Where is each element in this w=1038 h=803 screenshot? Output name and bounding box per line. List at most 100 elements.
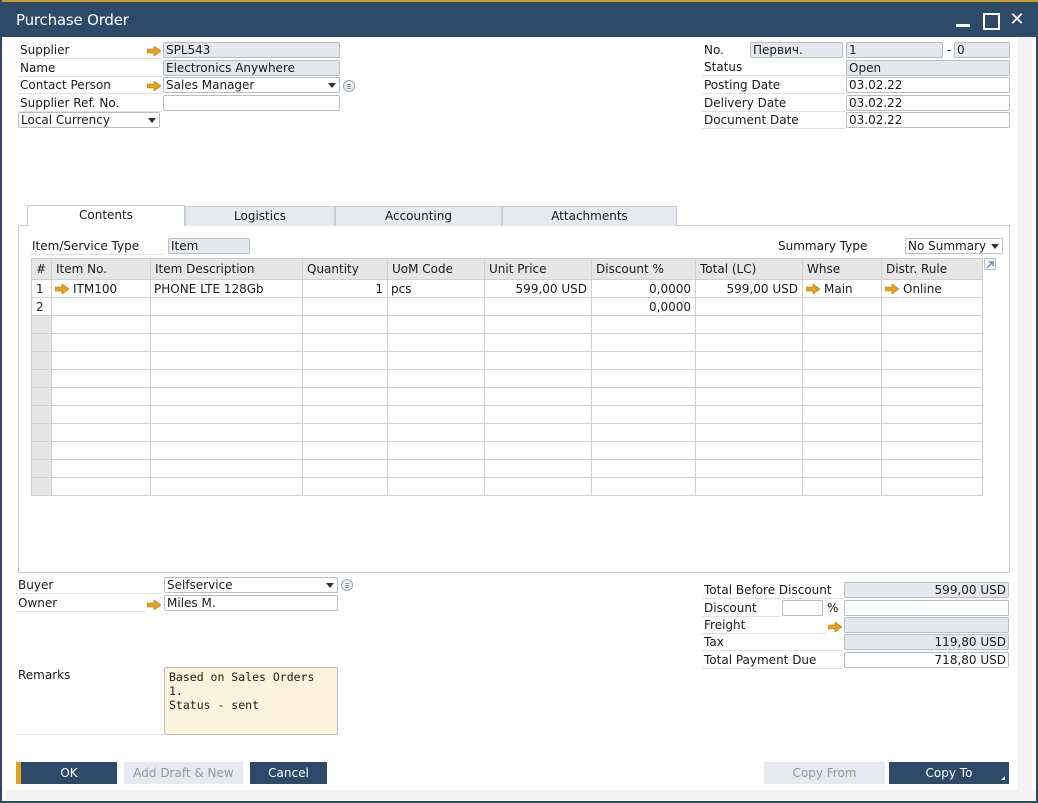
table-row-empty[interactable] — [31, 477, 983, 496]
grid-cell[interactable] — [591, 441, 696, 460]
grid-cell[interactable] — [51, 477, 151, 496]
table-row-empty[interactable] — [31, 423, 983, 442]
grid-cell[interactable] — [695, 405, 803, 424]
column-header-distr-rule[interactable]: Distr. Rule — [881, 258, 983, 280]
document-date-field[interactable]: 03.02.22 — [846, 112, 1010, 128]
grid-cell[interactable] — [802, 333, 882, 352]
item-description-cell[interactable] — [150, 297, 303, 316]
grid-cell[interactable] — [150, 405, 303, 424]
column-header-row-number[interactable]: # — [31, 258, 52, 280]
grid-cell[interactable] — [302, 315, 388, 334]
grid-cell[interactable] — [695, 333, 803, 352]
grid-cell[interactable] — [591, 333, 696, 352]
grid-cell[interactable] — [881, 405, 983, 424]
maximize-button[interactable] — [982, 11, 1000, 30]
grid-cell[interactable] — [802, 405, 882, 424]
title-bar[interactable]: Purchase Order ✕ — [2, 0, 1038, 37]
copy-to-button[interactable]: Copy To — [889, 762, 1009, 784]
grid-cell[interactable] — [150, 315, 303, 334]
grid-cell[interactable] — [484, 387, 592, 406]
remarks-textarea[interactable]: Based on Sales Orders 1. Status - sent — [164, 667, 338, 735]
tab-accounting[interactable]: Accounting — [335, 206, 502, 226]
buyer-dropdown[interactable]: Selfservice — [164, 577, 338, 593]
total-lc-cell[interactable]: 599,00 USD — [695, 279, 803, 298]
grid-cell[interactable] — [387, 369, 485, 388]
link-arrow-icon[interactable] — [147, 600, 161, 610]
grid-cell[interactable] — [802, 441, 882, 460]
table-row-empty[interactable] — [31, 405, 983, 424]
minimize-button[interactable] — [954, 11, 972, 29]
grid-cell[interactable] — [387, 405, 485, 424]
grid-cell[interactable] — [51, 369, 151, 388]
supplier-ref-field[interactable] — [163, 95, 340, 111]
grid-cell[interactable] — [802, 477, 882, 496]
column-header-item-description[interactable]: Item Description — [150, 258, 303, 280]
ok-button[interactable]: OK — [16, 762, 117, 784]
grid-cell[interactable] — [150, 459, 303, 478]
table-row[interactable]: 1 ITM100 PHONE LTE 128Gb 1 pcs 599,00 US… — [31, 279, 983, 298]
grid-cell[interactable] — [150, 369, 303, 388]
grid-cell[interactable] — [591, 423, 696, 442]
quantity-cell[interactable]: 1 — [302, 279, 388, 298]
item-no-cell[interactable]: ITM100 — [51, 279, 151, 298]
whse-cell[interactable]: Main — [802, 279, 882, 298]
distr-rule-cell[interactable]: Online — [881, 279, 983, 298]
grid-cell[interactable] — [484, 315, 592, 334]
cancel-button[interactable]: Cancel — [250, 762, 327, 784]
link-arrow-icon[interactable] — [884, 282, 900, 295]
grid-cell[interactable] — [881, 315, 983, 334]
grid-cell[interactable] — [695, 441, 803, 460]
grid-cell[interactable] — [387, 387, 485, 406]
grid-cell[interactable] — [302, 351, 388, 370]
grid-cell[interactable] — [802, 423, 882, 442]
distr-rule-cell[interactable] — [881, 297, 983, 316]
add-draft-new-button[interactable]: Add Draft & New — [124, 762, 243, 784]
column-header-whse[interactable]: Whse — [802, 258, 882, 280]
grid-cell[interactable] — [591, 477, 696, 496]
column-header-discount[interactable]: Discount % — [591, 258, 696, 280]
grid-cell[interactable] — [695, 369, 803, 388]
grid-cell[interactable] — [695, 315, 803, 334]
grid-cell[interactable] — [387, 441, 485, 460]
grid-cell[interactable] — [150, 387, 303, 406]
grid-cell[interactable] — [302, 459, 388, 478]
whse-cell[interactable] — [802, 297, 882, 316]
supplier-field[interactable]: SPL543 — [163, 42, 340, 58]
grid-cell[interactable] — [387, 459, 485, 478]
grid-cell[interactable] — [387, 477, 485, 496]
unit-price-cell[interactable]: 599,00 USD — [484, 279, 592, 298]
grid-cell[interactable] — [591, 387, 696, 406]
grid-cell[interactable] — [881, 423, 983, 442]
tab-logistics[interactable]: Logistics — [185, 206, 335, 226]
grid-cell[interactable] — [302, 477, 388, 496]
column-header-uom-code[interactable]: UoM Code — [387, 258, 485, 280]
grid-cell[interactable] — [695, 387, 803, 406]
grid-cell[interactable] — [695, 423, 803, 442]
discount-percent-field[interactable] — [782, 600, 823, 616]
doc-number-field[interactable]: 1 — [846, 42, 943, 58]
grid-cell[interactable] — [802, 369, 882, 388]
grid-cell[interactable] — [802, 315, 882, 334]
grid-cell[interactable] — [51, 315, 151, 334]
grid-cell[interactable] — [484, 477, 592, 496]
total-lc-cell[interactable] — [695, 297, 803, 316]
grid-cell[interactable] — [302, 369, 388, 388]
grid-cell[interactable] — [51, 405, 151, 424]
grid-cell[interactable] — [484, 405, 592, 424]
grid-cell[interactable] — [484, 441, 592, 460]
grid-cell[interactable] — [881, 477, 983, 496]
column-header-unit-price[interactable]: Unit Price — [484, 258, 592, 280]
unit-price-cell[interactable] — [484, 297, 592, 316]
table-row-empty[interactable] — [31, 459, 983, 478]
uom-code-cell[interactable] — [387, 297, 485, 316]
table-row[interactable]: 2 0,0000 — [31, 297, 983, 316]
name-field[interactable]: Electronics Anywhere — [163, 60, 340, 76]
grid-cell[interactable] — [591, 351, 696, 370]
grid-cell[interactable] — [695, 459, 803, 478]
grid-cell[interactable] — [695, 351, 803, 370]
grid-cell[interactable] — [591, 369, 696, 388]
link-arrow-icon[interactable] — [147, 46, 161, 56]
summary-type-dropdown[interactable]: No Summary — [905, 238, 1003, 254]
grid-cell[interactable] — [150, 441, 303, 460]
grid-cell[interactable] — [150, 351, 303, 370]
